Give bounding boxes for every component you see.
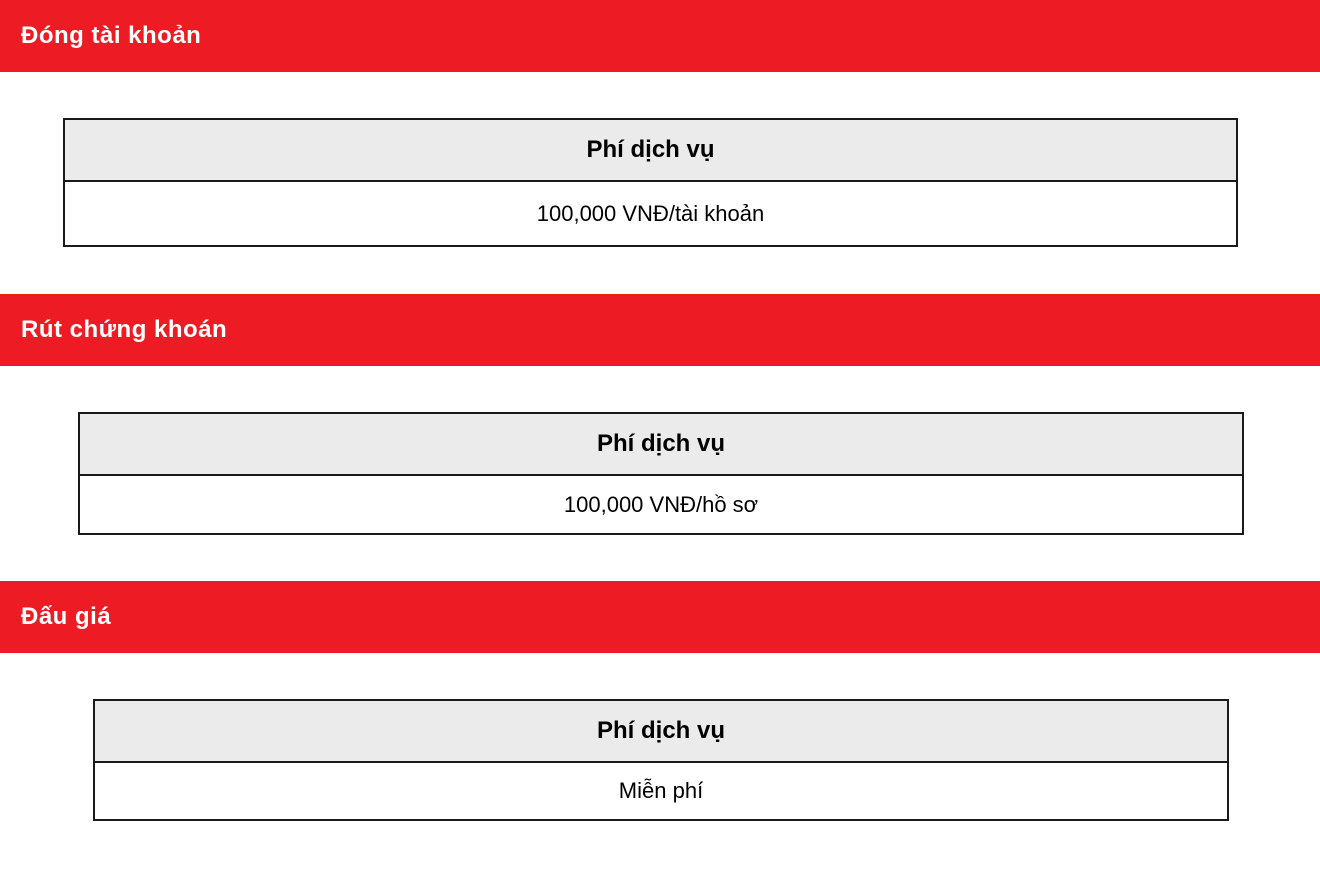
fee-table-row: Miễn phí xyxy=(95,763,1227,819)
fee-table-header-label: Phí dịch vụ xyxy=(596,430,725,457)
fee-table-header: Phí dịch vụ xyxy=(95,701,1227,763)
fee-value: Miễn phí xyxy=(618,778,704,803)
fee-table-header-label: Phí dịch vụ xyxy=(586,136,715,163)
section-title: Rút chứng khoán xyxy=(21,316,228,343)
section-header-close-account: Đóng tài khoản xyxy=(0,0,1320,72)
fee-table-row: 100,000 VNĐ/tài khoản xyxy=(65,182,1236,245)
fee-table-header: Phí dịch vụ xyxy=(80,414,1242,476)
fee-table-withdraw-securities: Phí dịch vụ 100,000 VNĐ/hồ sơ xyxy=(78,412,1244,535)
fee-table-header: Phí dịch vụ xyxy=(65,120,1236,182)
fee-table-close-account: Phí dịch vụ 100,000 VNĐ/tài khoản xyxy=(63,118,1238,247)
fee-table-row: 100,000 VNĐ/hồ sơ xyxy=(80,476,1242,533)
fee-table-auction: Phí dịch vụ Miễn phí xyxy=(93,699,1229,821)
section-header-auction: Đấu giá xyxy=(0,581,1320,653)
section-header-withdraw-securities: Rút chứng khoán xyxy=(0,294,1320,366)
section-title: Đấu giá xyxy=(21,603,112,630)
fee-table-header-label: Phí dịch vụ xyxy=(596,717,725,744)
fee-value: 100,000 VNĐ/tài khoản xyxy=(536,200,765,226)
section-title: Đóng tài khoản xyxy=(21,22,202,49)
fee-value: 100,000 VNĐ/hồ sơ xyxy=(563,491,759,517)
